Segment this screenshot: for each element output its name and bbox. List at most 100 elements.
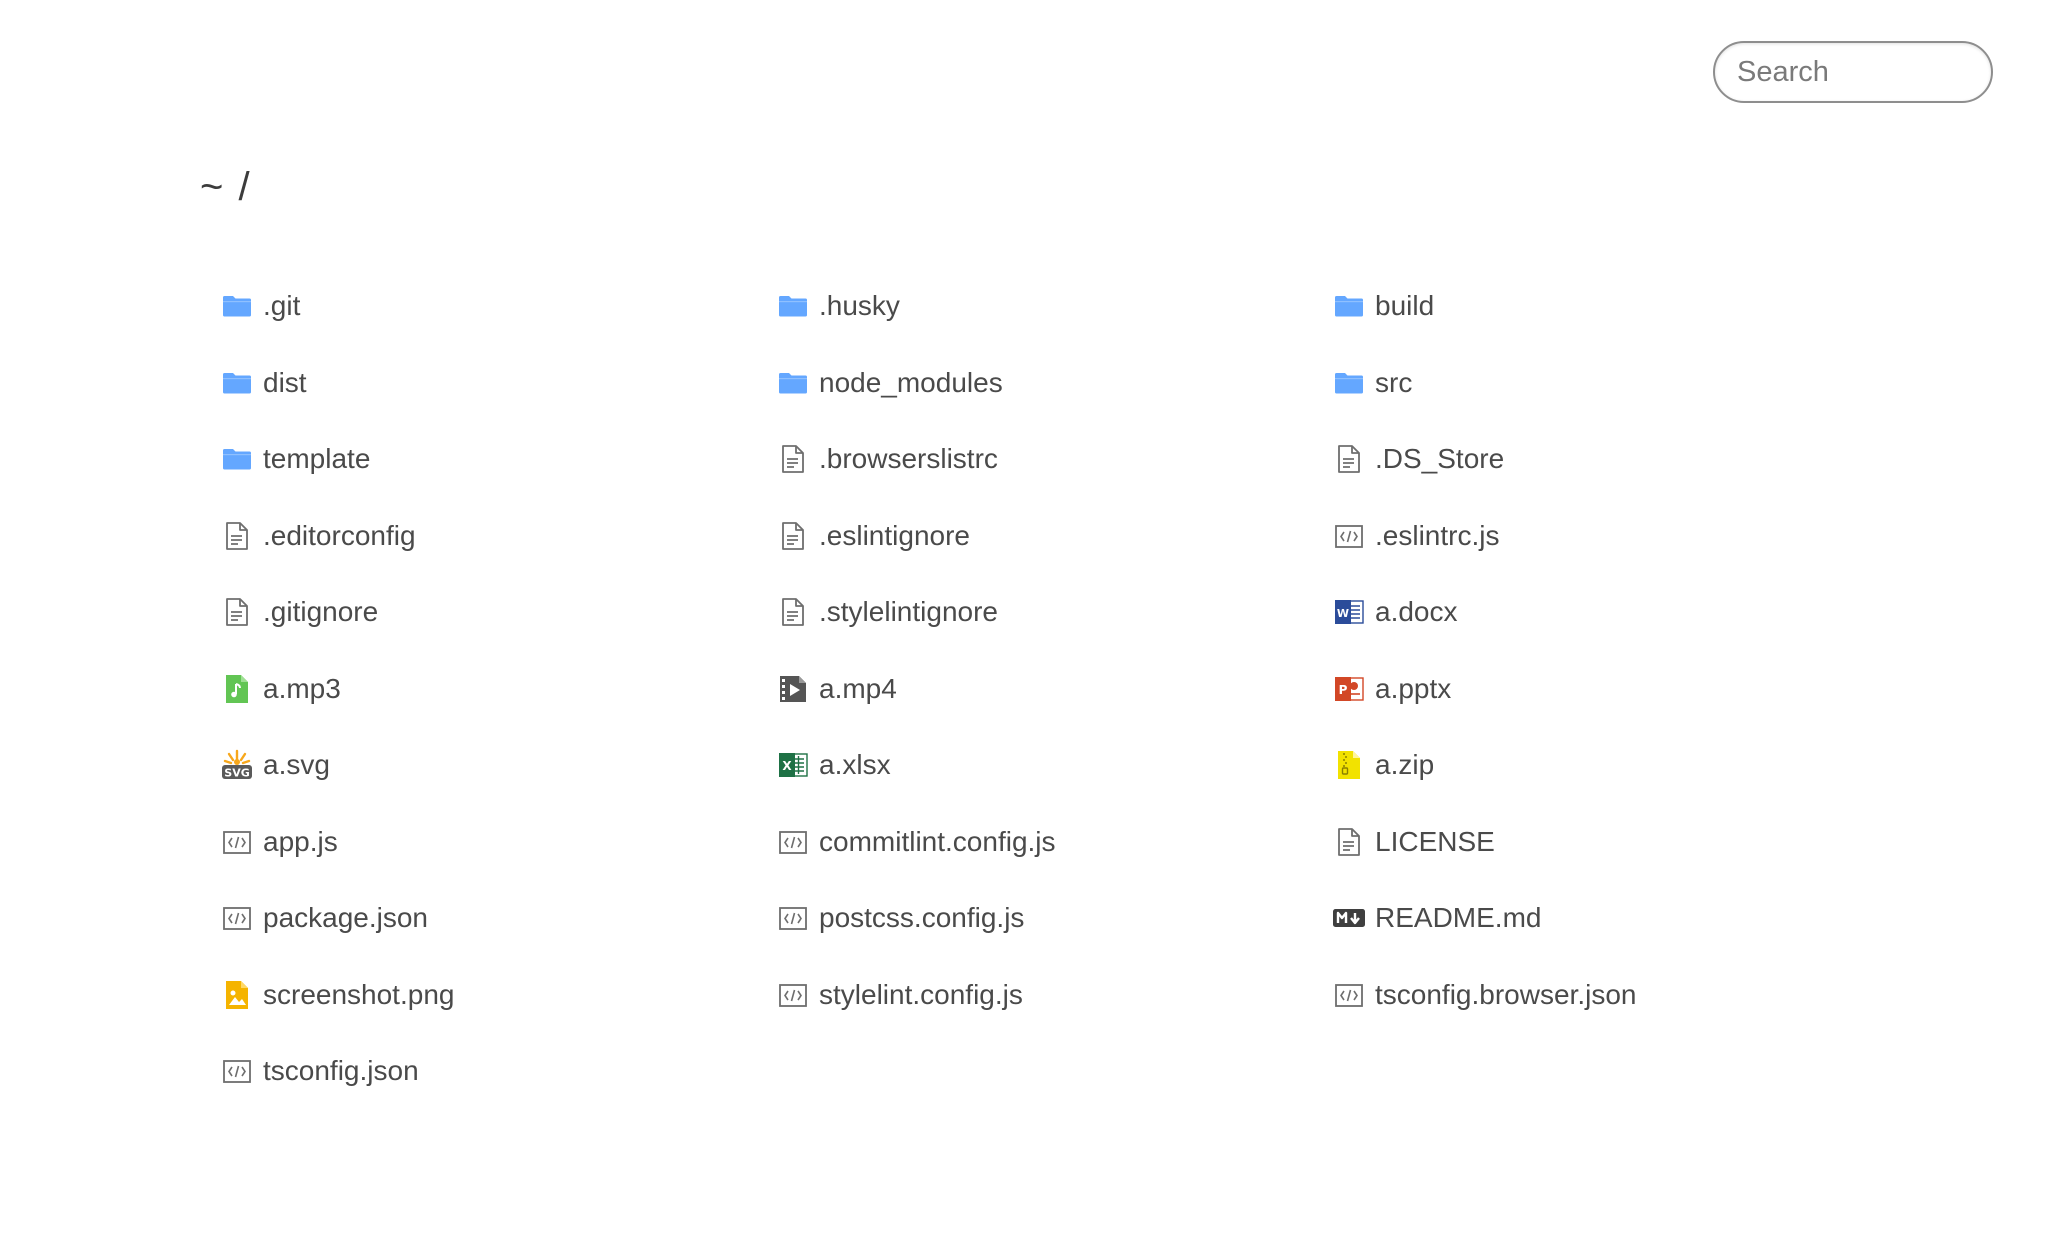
file-list: .git .husky build dist node_modules src templa… — [221, 268, 1901, 1110]
text-icon — [1333, 826, 1365, 858]
excel-icon: X — [777, 749, 809, 781]
file-name: app.js — [263, 825, 338, 857]
text-icon — [221, 596, 253, 628]
file-item-commitlint-config-js[interactable]: commitlint.config.js — [777, 804, 1333, 881]
text-icon — [221, 520, 253, 552]
svg-icon: SVG — [221, 749, 253, 781]
file-name: node_modules — [819, 366, 1003, 398]
file-item-postcss-config-js[interactable]: postcss.config.js — [777, 880, 1333, 957]
folder-icon — [777, 290, 809, 322]
word-icon: W — [1333, 596, 1365, 628]
file-name: dist — [263, 366, 307, 398]
file-name: tsconfig.json — [263, 1055, 419, 1087]
code-icon — [221, 826, 253, 858]
code-icon — [1333, 979, 1365, 1011]
file-item-a-zip[interactable]: a.zip — [1333, 727, 1889, 804]
file-name: .gitignore — [263, 596, 379, 628]
powerpoint-icon: P — [1333, 673, 1365, 705]
file-name: .browserslistrc — [819, 443, 998, 475]
code-icon — [777, 826, 809, 858]
svg-text:W: W — [1337, 607, 1349, 620]
file-item-app-js[interactable]: app.js — [221, 804, 777, 881]
file-item-a-pptx[interactable]: Pa.pptx — [1333, 651, 1889, 728]
file-item-a-svg[interactable]: SVG a.svg — [221, 727, 777, 804]
breadcrumb: ~ / — [200, 165, 252, 209]
file-name: .stylelintignore — [819, 596, 998, 628]
file-name: src — [1375, 366, 1413, 398]
file-item-a-mp3[interactable]: a.mp3 — [221, 651, 777, 728]
code-icon — [777, 979, 809, 1011]
file-item-license[interactable]: LICENSE — [1333, 804, 1889, 881]
file-item-a-mp4[interactable]: a.mp4 — [777, 651, 1333, 728]
file-item-gitignore[interactable]: .gitignore — [221, 574, 777, 651]
file-item-ds-store[interactable]: .DS_Store — [1333, 421, 1889, 498]
file-item-a-docx[interactable]: Wa.docx — [1333, 574, 1889, 651]
file-name: README.md — [1375, 902, 1542, 934]
code-icon — [1333, 520, 1365, 552]
file-item-git[interactable]: .git — [221, 268, 777, 345]
file-name: .eslintrc.js — [1375, 519, 1500, 551]
code-icon — [221, 1055, 253, 1087]
file-item-editorconfig[interactable]: .editorconfig — [221, 498, 777, 575]
text-icon — [777, 443, 809, 475]
svg-text:SVG: SVG — [224, 767, 249, 780]
file-name: a.pptx — [1375, 672, 1452, 704]
file-item-stylelintignore[interactable]: .stylelintignore — [777, 574, 1333, 651]
file-name: a.mp4 — [819, 672, 897, 704]
folder-icon — [1333, 367, 1365, 399]
file-item-dist[interactable]: dist — [221, 345, 777, 422]
file-name: template — [263, 443, 371, 475]
zip-icon — [1333, 749, 1365, 781]
file-name: screenshot.png — [263, 978, 455, 1010]
folder-icon — [221, 290, 253, 322]
search-input[interactable] — [1713, 41, 1993, 103]
folder-icon — [221, 443, 253, 475]
image-icon — [221, 979, 253, 1011]
file-item-browserslistrc[interactable]: .browserslistrc — [777, 421, 1333, 498]
file-item-node-modules[interactable]: node_modules — [777, 345, 1333, 422]
file-item-template[interactable]: template — [221, 421, 777, 498]
file-item-screenshot-png[interactable]: screenshot.png — [221, 957, 777, 1034]
file-name: .git — [263, 290, 301, 322]
file-name: build — [1375, 290, 1435, 322]
file-item-tsconfig-json[interactable]: tsconfig.json — [221, 1033, 777, 1110]
folder-icon — [777, 367, 809, 399]
file-name: a.svg — [263, 749, 330, 781]
file-name: .eslintignore — [819, 519, 970, 551]
file-name: a.docx — [1375, 596, 1458, 628]
file-name: a.xlsx — [819, 749, 891, 781]
file-item-build[interactable]: build — [1333, 268, 1889, 345]
file-name: tsconfig.browser.json — [1375, 978, 1637, 1010]
file-name: .editorconfig — [263, 519, 416, 551]
text-icon — [777, 596, 809, 628]
file-name: postcss.config.js — [819, 902, 1025, 934]
file-item-package-json[interactable]: package.json — [221, 880, 777, 957]
file-item-src[interactable]: src — [1333, 345, 1889, 422]
video-icon — [777, 673, 809, 705]
file-name: a.zip — [1375, 749, 1435, 781]
text-icon — [777, 520, 809, 552]
file-item-eslintrc-js[interactable]: .eslintrc.js — [1333, 498, 1889, 575]
file-name: package.json — [263, 902, 429, 934]
svg-text:P: P — [1339, 683, 1348, 697]
file-item-husky[interactable]: .husky — [777, 268, 1333, 345]
file-item-eslintignore[interactable]: .eslintignore — [777, 498, 1333, 575]
file-item-a-xlsx[interactable]: Xa.xlsx — [777, 727, 1333, 804]
file-name: .husky — [819, 290, 900, 322]
code-icon — [221, 902, 253, 934]
file-name: stylelint.config.js — [819, 978, 1023, 1010]
file-item-readme-md[interactable]: README.md — [1333, 880, 1889, 957]
file-name: commitlint.config.js — [819, 825, 1056, 857]
file-name: .DS_Store — [1375, 443, 1505, 475]
folder-icon — [221, 367, 253, 399]
folder-icon — [1333, 290, 1365, 322]
text-icon — [1333, 443, 1365, 475]
audio-icon — [221, 673, 253, 705]
svg-text:X: X — [782, 759, 792, 773]
markdown-icon — [1333, 902, 1365, 934]
file-item-tsconfig-browser-json[interactable]: tsconfig.browser.json — [1333, 957, 1889, 1034]
file-name: LICENSE — [1375, 825, 1495, 857]
code-icon — [777, 902, 809, 934]
file-name: a.mp3 — [263, 672, 341, 704]
file-item-stylelint-config-js[interactable]: stylelint.config.js — [777, 957, 1333, 1034]
